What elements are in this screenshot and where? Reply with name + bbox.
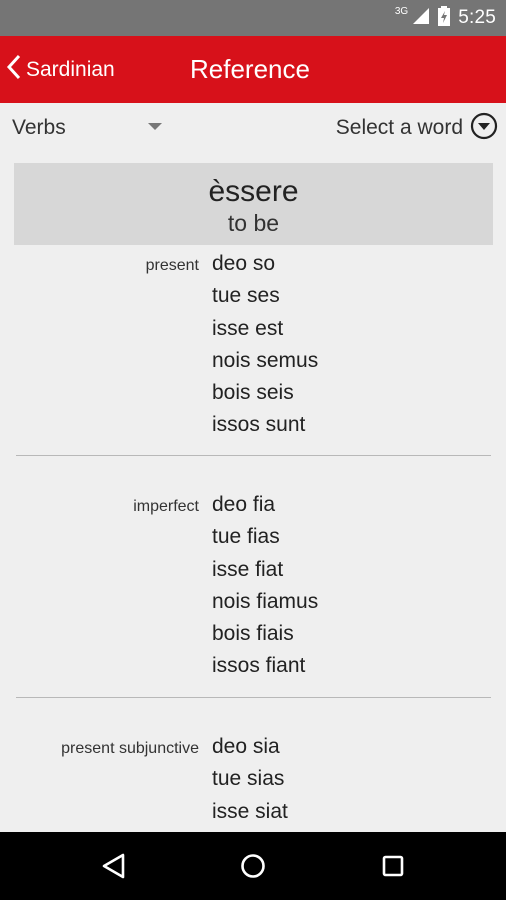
headword: èssere <box>208 175 299 208</box>
conjugation-form: bois seis <box>212 381 294 405</box>
conjugation-form: nois semus <box>212 348 319 372</box>
back-nav-button[interactable] <box>94 846 134 886</box>
tense-label: present subjunctive <box>61 740 199 757</box>
selector-bar: Verbs Select a word <box>0 103 506 153</box>
circle-home-icon <box>241 854 265 878</box>
status-bar: 3G 5:25 <box>0 0 506 36</box>
conjugation-form: issos fiant <box>212 654 306 678</box>
back-button[interactable]: Sardinian <box>6 36 115 103</box>
chevron-left-icon <box>6 53 22 86</box>
circle-chevron-down-icon <box>470 112 498 145</box>
conjugation-form: deo sia <box>212 735 280 758</box>
word-select-label: Select a word <box>335 116 463 139</box>
system-nav-bar <box>0 832 506 900</box>
word-dropdown[interactable]: Select a word <box>336 103 498 153</box>
home-nav-button[interactable] <box>233 846 273 886</box>
page-title: Reference <box>190 54 310 84</box>
conjugation-form: tue fias <box>212 525 280 549</box>
battery-charging-icon <box>438 5 451 31</box>
clock: 5:25 <box>458 7 496 28</box>
conjugation-form: isse est <box>212 316 284 340</box>
tense-label: present <box>145 257 199 274</box>
category-dropdown[interactable]: Verbs <box>12 103 172 153</box>
back-button-label: Sardinian <box>26 57 115 81</box>
triangle-back-icon <box>102 853 125 879</box>
tense-label: imperfect <box>133 498 199 515</box>
recents-nav-button[interactable] <box>373 846 413 886</box>
conjugation-form: deo so <box>212 252 276 275</box>
conjugation-form: isse fiat <box>212 557 284 581</box>
conjugation-form: tue sias <box>212 767 285 791</box>
divider <box>16 697 491 698</box>
conjugation-form: bois fiais <box>212 622 294 646</box>
headword-translation: to be <box>227 210 280 236</box>
conjugation-form: isse siat <box>212 799 288 823</box>
tense-forms: deo so tue ses isse est nois semus bois … <box>212 248 318 442</box>
conjugation-form: issos sunt <box>212 413 306 437</box>
tense-forms: deo sia tue sias isse siat <box>212 731 288 828</box>
category-value: Verbs <box>12 116 66 139</box>
conjugation-form: nois fiamus <box>212 589 319 613</box>
tense-forms: deo fia tue fias isse fiat nois fiamus b… <box>212 489 318 683</box>
dropdown-caret-icon <box>148 123 162 130</box>
square-recents-icon <box>382 855 404 877</box>
conjugation-form: deo fia <box>212 493 276 516</box>
divider <box>16 455 491 456</box>
app-bar: Sardinian Reference <box>0 36 506 103</box>
network-type: 3G <box>394 5 409 17</box>
conjugation-form: tue ses <box>212 284 280 308</box>
conjugation-list[interactable]: èssere to be present deo so tue ses isse… <box>0 153 506 832</box>
word-header: èssere to be <box>14 163 493 245</box>
signal-icon <box>412 7 430 30</box>
